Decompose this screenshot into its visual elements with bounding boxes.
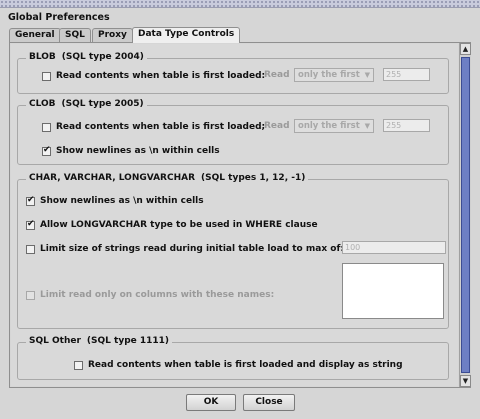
tab-general[interactable]: General xyxy=(9,28,61,42)
char-group: CHAR, VARCHAR, LONGVARCHAR (SQL types 1, … xyxy=(17,173,449,329)
dialog-title: Global Preferences xyxy=(8,12,110,23)
tab-proxy[interactable]: Proxy xyxy=(92,28,133,42)
scroll-thumb[interactable] xyxy=(461,57,470,373)
limit-columns-checkbox: Limit read only on columns with these na… xyxy=(26,289,274,301)
clob-group: CLOB (SQL type 2005) Read contents when t… xyxy=(17,99,449,165)
clob-read-on-load-label: Read contents when table is first loaded… xyxy=(56,122,266,132)
limit-size-checkbox[interactable]: Limit size of strings read during initia… xyxy=(26,243,344,255)
chevron-down-icon: ▼ xyxy=(364,71,370,79)
checkbox-box[interactable] xyxy=(26,195,35,206)
read-as-string-label: Read contents when table is first loaded… xyxy=(88,360,403,370)
blob-sql-type: (SQL type 2004) xyxy=(61,52,144,62)
sql-other-group: SQL Other (SQL type 1111) Read contents w… xyxy=(17,336,449,380)
tab-sql[interactable]: SQL xyxy=(59,28,91,42)
blob-read-mode-value: only the first xyxy=(298,70,360,80)
blob-read-label: Read xyxy=(264,70,290,80)
checkbox-box[interactable] xyxy=(74,360,83,370)
read-as-string-checkbox[interactable]: Read contents when table is first loaded… xyxy=(74,359,403,371)
sql-other-sql-type: (SQL type 1111) xyxy=(86,336,170,346)
chevron-down-icon: ▼ xyxy=(364,122,370,130)
window-titlebar[interactable] xyxy=(0,0,480,8)
blob-read-on-load-checkbox[interactable]: Read contents when table is first loaded… xyxy=(42,70,265,82)
char-show-newlines-checkbox[interactable]: Show newlines as \n within cells xyxy=(26,195,204,207)
char-sql-type: (SQL types 1, 12, -1) xyxy=(201,173,306,183)
tab-panel: BLOB (SQL type 2004) Read contents when t… xyxy=(9,42,471,388)
checkbox-box[interactable] xyxy=(42,71,51,81)
blob-read-mode-select[interactable]: only the first ▼ xyxy=(294,68,374,82)
checkbox-box[interactable] xyxy=(42,145,51,156)
clob-read-label: Read xyxy=(264,121,290,131)
limit-columns-label: Limit read only on columns with these na… xyxy=(40,290,275,300)
allow-longvarchar-label: Allow LONGVARCHAR type to be used in WHE… xyxy=(40,220,318,230)
checkbox-box[interactable] xyxy=(26,219,35,230)
limit-size-field[interactable]: 100 xyxy=(342,241,446,254)
clob-read-mode-value: only the first xyxy=(298,121,360,131)
char-group-title: CHAR, VARCHAR, LONGVARCHAR (SQL types 1, … xyxy=(26,173,309,183)
scroll-up-icon[interactable]: ▲ xyxy=(460,43,471,55)
limit-size-label: Limit size of strings read during initia… xyxy=(40,244,344,254)
clob-group-title: CLOB (SQL type 2005) xyxy=(26,99,147,109)
char-title: CHAR, VARCHAR, LONGVARCHAR xyxy=(29,173,196,183)
clob-show-newlines-checkbox[interactable]: Show newlines as \n within cells xyxy=(42,145,220,157)
blob-title: BLOB xyxy=(29,52,56,62)
blob-read-on-load-label: Read contents when table is first loaded… xyxy=(56,71,266,81)
close-button[interactable]: Close xyxy=(243,394,295,411)
column-names-textarea[interactable] xyxy=(342,263,444,319)
checkbox-box[interactable] xyxy=(26,244,35,254)
ok-button[interactable]: OK xyxy=(186,394,236,411)
checkbox-box xyxy=(26,290,35,300)
clob-read-limit-field[interactable]: 255 xyxy=(383,119,430,132)
clob-title: CLOB xyxy=(29,99,56,109)
blob-group-title: BLOB (SQL type 2004) xyxy=(26,52,147,62)
scroll-down-icon[interactable]: ▼ xyxy=(460,375,471,387)
sql-other-group-title: SQL Other (SQL type 1111) xyxy=(26,336,173,346)
clob-read-mode-select[interactable]: only the first ▼ xyxy=(294,119,374,133)
allow-longvarchar-checkbox[interactable]: Allow LONGVARCHAR type to be used in WHE… xyxy=(26,219,318,231)
blob-group: BLOB (SQL type 2004) Read contents when t… xyxy=(17,52,449,94)
scroll-viewport: BLOB (SQL type 2004) Read contents when t… xyxy=(11,44,458,386)
clob-sql-type: (SQL type 2005) xyxy=(61,99,144,109)
sql-other-title: SQL Other xyxy=(29,336,81,346)
clob-read-on-load-checkbox[interactable]: Read contents when table is first loaded… xyxy=(42,121,265,133)
vertical-scrollbar[interactable]: ▲ ▼ xyxy=(459,43,471,387)
tab-data-type-controls[interactable]: Data Type Controls xyxy=(132,27,241,43)
blob-read-limit-field[interactable]: 255 xyxy=(383,68,430,81)
char-show-newlines-label: Show newlines as \n within cells xyxy=(40,196,204,206)
checkbox-box[interactable] xyxy=(42,122,51,132)
clob-show-newlines-label: Show newlines as \n within cells xyxy=(56,146,220,156)
